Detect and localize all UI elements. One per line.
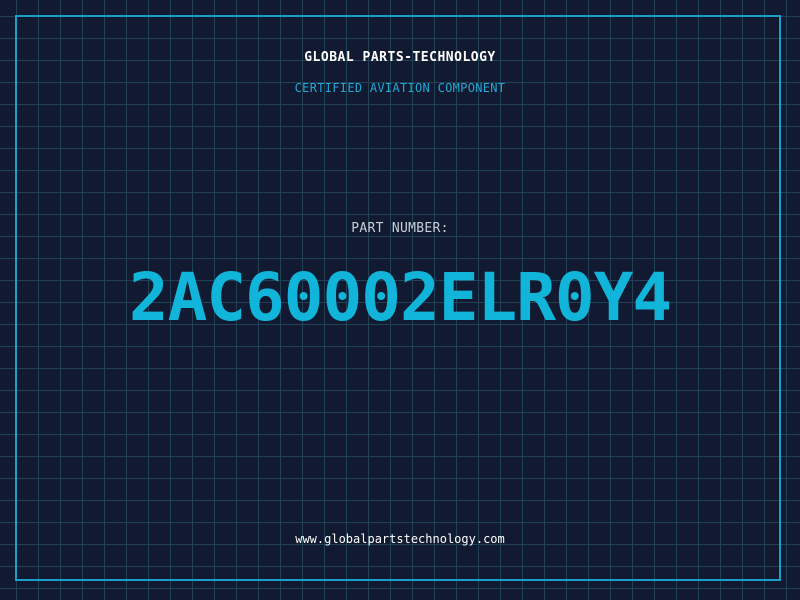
certification-subtitle: CERTIFIED AVIATION COMPONENT	[294, 81, 506, 95]
website-url: www.globalpartstechnology.com	[295, 532, 505, 546]
part-number-value: 2AC60002ELR0Y4	[128, 259, 672, 336]
company-name: GLOBAL PARTS-TECHNOLOGY	[304, 50, 496, 65]
part-label-card: GLOBAL PARTS-TECHNOLOGY CERTIFIED AVIATI…	[0, 0, 800, 600]
part-number-label: PART NUMBER:	[351, 221, 449, 236]
